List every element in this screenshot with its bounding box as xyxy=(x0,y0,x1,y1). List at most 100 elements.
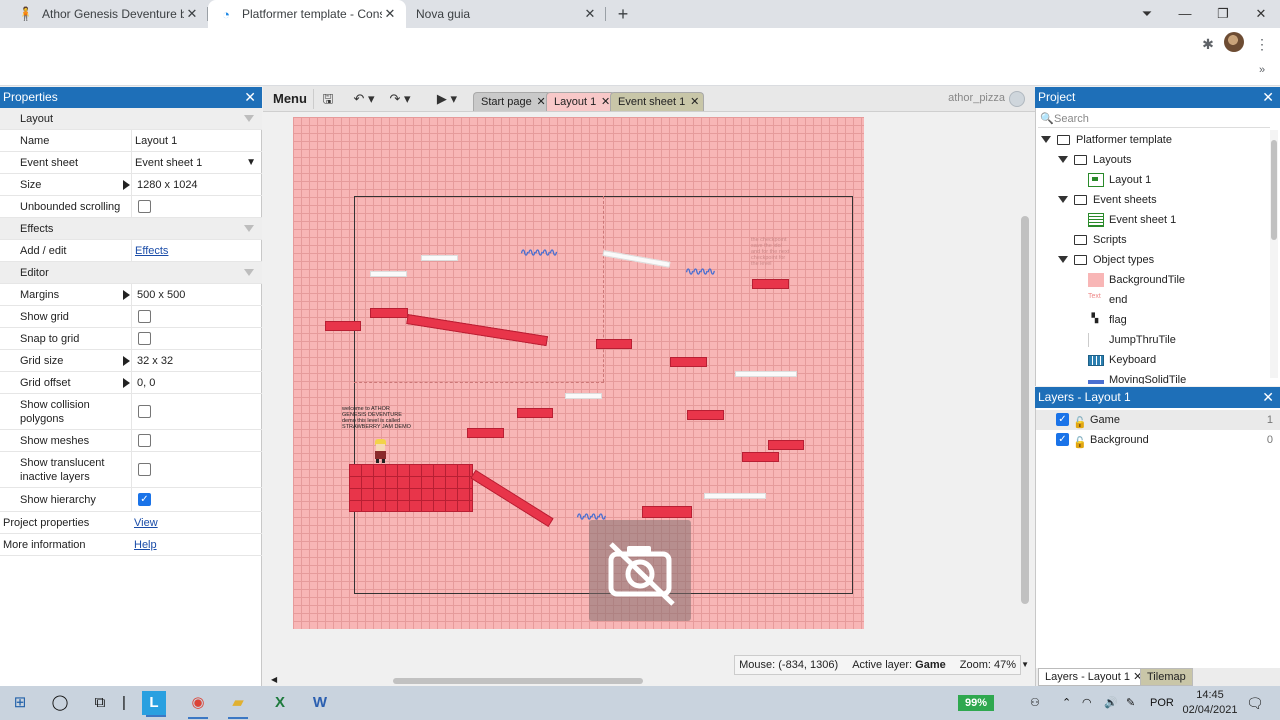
solid-tile[interactable] xyxy=(768,440,804,450)
language-indicator[interactable]: POR xyxy=(1150,686,1174,720)
solid-tile[interactable] xyxy=(370,308,408,318)
vertical-scroll-thumb[interactable] xyxy=(1021,216,1029,604)
solid-tile[interactable] xyxy=(642,506,692,518)
redo-icon[interactable]: ↷ ▾ xyxy=(387,89,413,109)
file-explorer-icon[interactable]: ▰ xyxy=(224,689,252,719)
tree-item-layout-1[interactable]: Layout 1 xyxy=(1036,170,1271,190)
tree-item-background-tile[interactable]: BackgroundTile xyxy=(1036,270,1271,290)
unbounded-scrolling-checkbox[interactable] xyxy=(138,200,151,213)
snap-to-grid-checkbox[interactable] xyxy=(138,332,151,345)
browser-menu-icon[interactable]: ⋮ xyxy=(1250,32,1274,56)
wifi-icon[interactable]: ◠ xyxy=(1082,686,1092,720)
solid-tile-block[interactable] xyxy=(349,464,473,512)
word-icon[interactable]: W xyxy=(306,689,334,717)
layer-visible-checkbox[interactable]: ✓ xyxy=(1056,413,1069,426)
jumpthru-tile[interactable] xyxy=(735,371,797,377)
expand-icon[interactable] xyxy=(123,289,130,300)
browser-tab[interactable]: 🧍 Athor Genesis Deventure by athc ✕ xyxy=(8,0,208,28)
scroll-left-icon[interactable]: ◀ xyxy=(271,675,277,684)
expand-arrow-icon[interactable] xyxy=(1058,196,1068,203)
checkpoint-text[interactable]: the checkpoint save the idol and for the… xyxy=(751,237,791,267)
profile-avatar-icon[interactable] xyxy=(1224,32,1244,52)
project-scroll-thumb[interactable] xyxy=(1271,140,1277,240)
tree-item-platformer-template[interactable]: Platformer template xyxy=(1036,130,1271,150)
tree-item-end[interactable]: Text end xyxy=(1036,290,1271,310)
expand-icon[interactable] xyxy=(123,179,130,190)
browser-tab-active[interactable]: ◔ Platformer template - Construct ✕ xyxy=(208,0,406,28)
tray-chevron-icon[interactable]: ⌃ xyxy=(1062,686,1071,720)
windows-start-icon[interactable]: ⊞ xyxy=(6,689,34,717)
tree-item-jumpthru-tile[interactable]: JumpThruTile xyxy=(1036,330,1271,350)
view-link[interactable]: View xyxy=(134,517,158,529)
maximize-icon[interactable]: ❐ xyxy=(1204,0,1242,28)
show-translucent-inactive-layers-checkbox[interactable] xyxy=(138,463,151,476)
tab-layers[interactable]: Layers - Layout 1 ✕ xyxy=(1038,668,1150,686)
window-close-icon[interactable]: ✕ xyxy=(1242,0,1280,28)
expand-icon[interactable] xyxy=(123,377,130,388)
people-icon[interactable]: ⚇ xyxy=(1030,686,1040,720)
chrome-icon[interactable]: ◉ xyxy=(184,689,212,719)
lock-icon[interactable]: 🔓 xyxy=(1073,433,1087,453)
tree-item-event-sheet-1[interactable]: Event sheet 1 xyxy=(1036,210,1271,230)
name-input[interactable]: Layout 1 xyxy=(131,130,262,151)
layer-row-game[interactable]: ✓ 🔓 Game 1 xyxy=(1036,410,1280,430)
tab-layout-1[interactable]: Layout 1 ✕ xyxy=(546,92,616,111)
solid-tile[interactable] xyxy=(670,357,707,367)
tree-item-layouts[interactable]: Layouts xyxy=(1036,150,1271,170)
solid-tile[interactable] xyxy=(596,339,632,349)
tree-item-scripts[interactable]: Scripts xyxy=(1036,230,1271,250)
solid-tile[interactable] xyxy=(752,279,789,289)
player-sprite[interactable] xyxy=(373,439,387,463)
jumpthru-tile[interactable] xyxy=(704,493,766,499)
menu-button[interactable]: Menu xyxy=(267,89,314,109)
close-tab-icon[interactable]: ✕ xyxy=(582,6,598,22)
jumpthru-tile[interactable] xyxy=(565,393,602,399)
close-tab-icon[interactable]: ✕ xyxy=(184,6,200,22)
expand-arrow-icon[interactable] xyxy=(1058,156,1068,163)
moving-solid-tile[interactable]: ∿∿∿∿∿ xyxy=(520,248,558,259)
help-link[interactable]: Help xyxy=(134,539,157,551)
solid-tile[interactable] xyxy=(517,408,553,418)
show-grid-checkbox[interactable] xyxy=(138,310,151,323)
section-layout[interactable]: Layout xyxy=(0,108,262,130)
grid-offset-value[interactable]: 0, 0 xyxy=(123,372,262,393)
bookmarks-more-icon[interactable]: » xyxy=(1250,58,1274,82)
tree-item-event-sheets[interactable]: Event sheets xyxy=(1036,190,1271,210)
tree-item-object-types[interactable]: Object types xyxy=(1036,250,1271,270)
tab-tilemap[interactable]: Tilemap xyxy=(1140,668,1193,686)
battery-indicator[interactable]: 99% xyxy=(958,695,994,711)
expand-icon[interactable] xyxy=(123,355,130,366)
search-circle-icon[interactable]: ◯ xyxy=(46,689,74,717)
new-tab-icon[interactable]: + xyxy=(612,3,634,25)
show-meshes-checkbox[interactable] xyxy=(138,434,151,447)
notifications-icon[interactable]: 🗨 xyxy=(1246,686,1264,720)
grid-size-value[interactable]: 32 x 32 xyxy=(123,350,262,371)
moving-solid-tile[interactable]: ∿∿∿∿ xyxy=(685,267,716,278)
section-editor[interactable]: Editor xyxy=(0,262,262,284)
section-effects[interactable]: Effects xyxy=(0,218,262,240)
solid-tile[interactable] xyxy=(325,321,361,331)
volume-icon[interactable]: 🔊 xyxy=(1104,686,1118,720)
jumpthru-tile[interactable] xyxy=(370,271,407,277)
close-icon[interactable]: ✕ xyxy=(1262,87,1274,108)
close-icon[interactable]: ✕ xyxy=(537,93,546,111)
margins-value[interactable]: 500 x 500 xyxy=(123,284,262,305)
event-sheet-select[interactable]: Event sheet 1 ▼ xyxy=(131,152,262,173)
scroll-down-icon[interactable]: ▼ xyxy=(1021,660,1029,669)
tab-search-icon[interactable]: ⏷ xyxy=(1128,0,1166,28)
jumpthru-tile[interactable] xyxy=(421,255,458,261)
horizontal-scroll-thumb[interactable] xyxy=(393,678,643,684)
solid-tile[interactable] xyxy=(467,428,504,438)
tree-item-moving-solid-tile[interactable]: MovingSolidTile xyxy=(1036,370,1271,384)
save-icon[interactable]: 🖫 xyxy=(319,89,337,109)
close-tab-icon[interactable]: ✕ xyxy=(382,6,398,22)
solid-tile[interactable] xyxy=(687,410,724,420)
undo-icon[interactable]: ↶ ▾ xyxy=(351,89,377,109)
tree-item-flag[interactable]: ▝▖ flag xyxy=(1036,310,1271,330)
show-hierarchy-checkbox[interactable]: ✓ xyxy=(138,493,151,506)
user-avatar-icon[interactable] xyxy=(1009,91,1025,107)
app-l-icon[interactable]: L xyxy=(142,691,166,717)
layout-canvas[interactable]: ∿∿∿∿∿ ∿∿∿∿ ∿∿∿∿ welcome to ATHOR GENESIS… xyxy=(293,117,864,629)
expand-arrow-icon[interactable] xyxy=(1058,256,1068,263)
layer-visible-checkbox[interactable]: ✓ xyxy=(1056,433,1069,446)
